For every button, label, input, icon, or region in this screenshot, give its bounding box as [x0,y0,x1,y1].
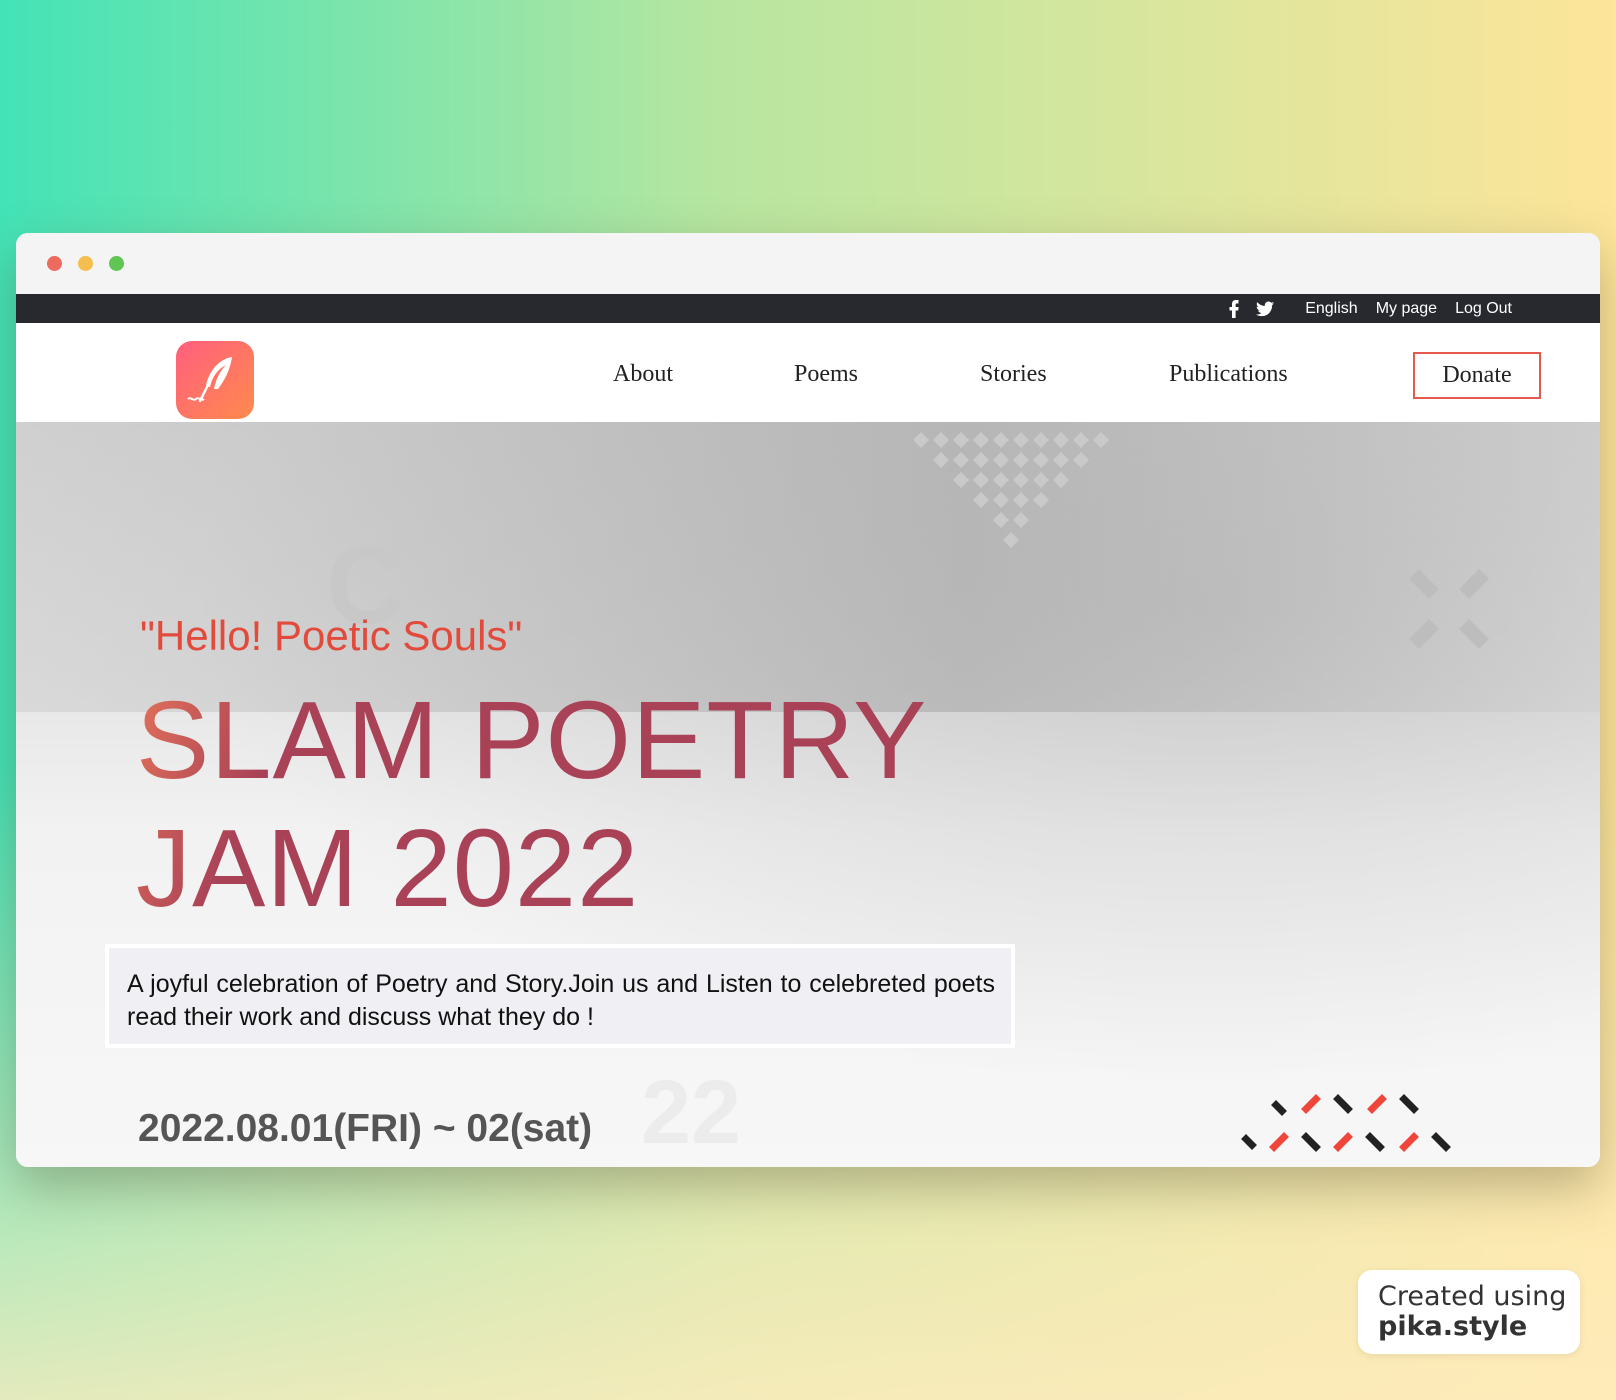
window-titlebar [16,233,1600,294]
nav-item-about[interactable]: About [613,361,673,388]
hero-description: A joyful celebration of Poetry and Story… [105,944,1015,1048]
maximize-window-button[interactable] [109,256,124,271]
browser-window: English My page Log Out About Poems Stor… [16,233,1600,1167]
top-utility-bar: English My page Log Out [16,294,1600,323]
watermark-line1: Created using [1378,1281,1567,1312]
facebook-icon[interactable] [1225,299,1243,318]
event-date: 2022.08.01(FRI) ~ 02(sat) [138,1107,593,1150]
nav-item-stories[interactable]: Stories [980,361,1047,388]
hero-background-photo [16,422,1600,712]
hero-greeting: "Hello! Poetic Souls" [140,612,523,659]
nav-links: About Poems Stories Publications [16,323,1600,422]
decorative-number: 22 [641,1063,742,1163]
language-link[interactable]: English [1305,300,1357,318]
mypage-link[interactable]: My page [1376,300,1437,318]
nav-item-poems[interactable]: Poems [794,361,858,388]
diamond-pattern-icon [913,432,1109,548]
close-window-button[interactable] [47,256,62,271]
main-navbar: About Poems Stories Publications Donate [16,323,1600,422]
dash-pattern-icon [1241,1094,1451,1152]
hero-title: SLAM POETRY JAM 2022 [136,677,927,933]
twitter-icon[interactable] [1256,300,1275,318]
donate-button[interactable]: Donate [1413,352,1541,399]
watermark-badge: Created using pika.style [1358,1270,1580,1354]
hero-section: C "Hello! Poetic Souls" SLAM POETRY JAM … [16,422,1600,1167]
x-cross-icon [1409,569,1489,649]
watermark-line2: pika.style [1378,1311,1528,1342]
hero-title-line1: SLAM POETRY [136,679,928,802]
hero-title-line2: JAM 2022 [136,807,640,930]
minimize-window-button[interactable] [78,256,93,271]
nav-item-publications[interactable]: Publications [1169,361,1288,388]
logout-link[interactable]: Log Out [1455,300,1512,318]
